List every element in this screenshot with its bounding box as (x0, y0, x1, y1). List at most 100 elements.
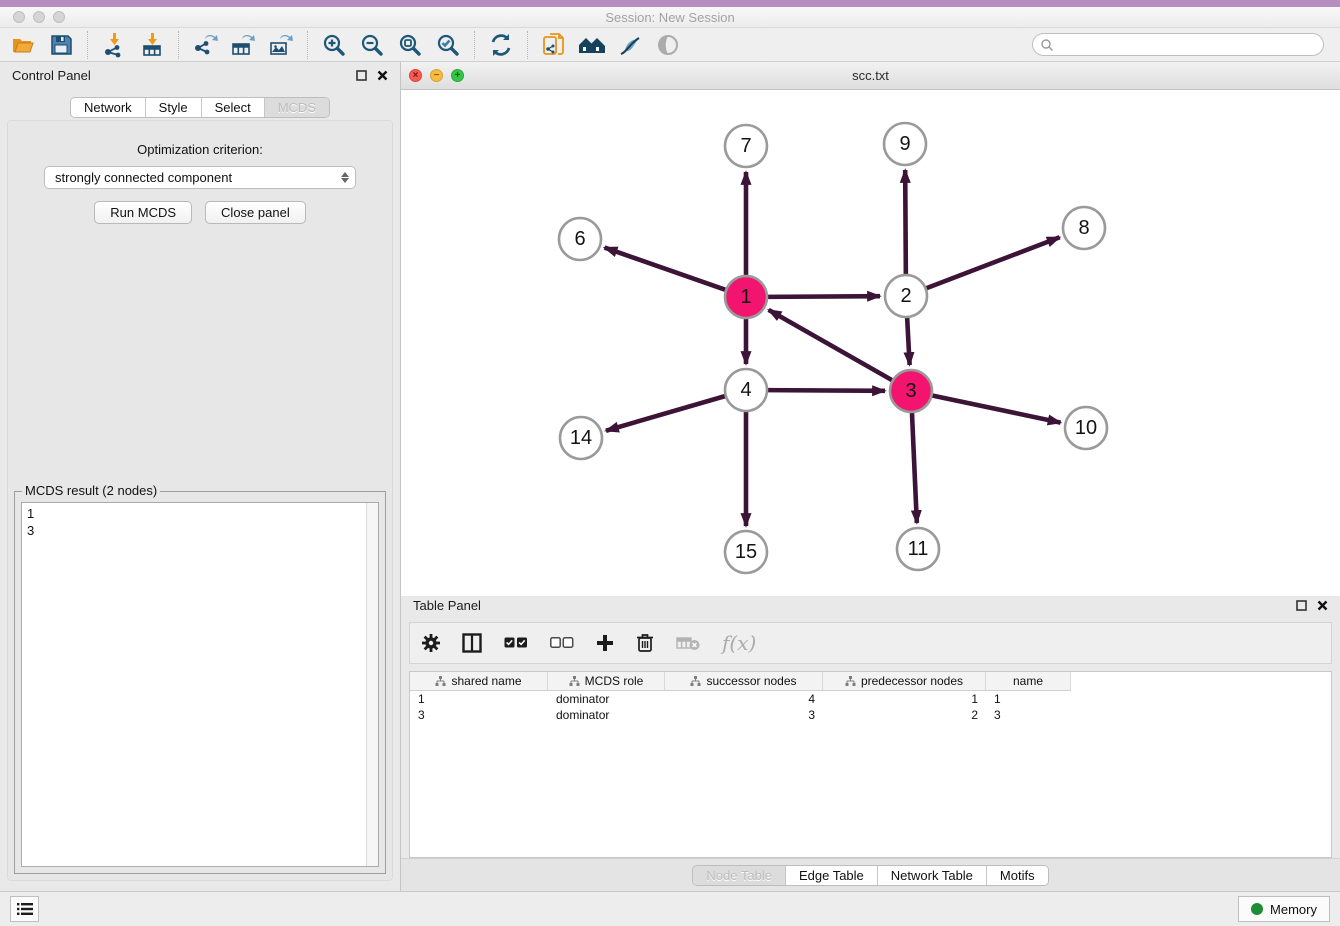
table-row[interactable]: 1dominator411 (410, 691, 1331, 707)
open-file-icon[interactable] (7, 30, 39, 60)
cell-predecessor-nodes[interactable]: 2 (823, 707, 986, 723)
toolbar-separator (87, 31, 88, 59)
edge-1-6[interactable] (605, 248, 727, 290)
tab-mcds[interactable]: MCDS (265, 98, 329, 117)
node-label-7: 7 (740, 135, 751, 157)
mcds-result-group: MCDS result (2 nodes) 1 3 (14, 491, 386, 874)
new-network-from-selection-icon[interactable] (538, 30, 570, 60)
toolbar-separator (307, 31, 308, 59)
float-panel-icon[interactable] (356, 70, 367, 81)
network-graph[interactable]: 7968124314101511 (401, 90, 1339, 591)
network-frame-title: scc.txt (401, 68, 1340, 83)
import-network-icon[interactable] (98, 30, 130, 60)
close-panel-icon[interactable] (377, 70, 388, 81)
run-mcds-button[interactable]: Run MCDS (94, 201, 192, 224)
tab-node-table[interactable]: Node Table (693, 866, 786, 885)
delete-column-icon[interactable] (636, 633, 654, 653)
column-header-name[interactable]: name (986, 672, 1071, 691)
cell-successor-nodes[interactable]: 4 (665, 691, 823, 707)
cell-shared-name[interactable]: 3 (410, 707, 548, 723)
memory-button[interactable]: Memory (1238, 896, 1330, 922)
edge-4-14[interactable] (606, 396, 726, 431)
deselect-all-icon[interactable] (550, 637, 574, 649)
edge-1-2[interactable] (767, 296, 880, 297)
cell-MCDS-role[interactable]: dominator (548, 691, 665, 707)
criterion-dropdown[interactable]: strongly connected component (44, 166, 356, 189)
export-network-icon[interactable] (189, 30, 221, 60)
tab-network-table[interactable]: Network Table (878, 866, 987, 885)
toolbar-separator (178, 31, 179, 59)
search-field[interactable] (1032, 33, 1324, 56)
edge-3-11[interactable] (912, 412, 917, 523)
tab-motifs[interactable]: Motifs (987, 866, 1048, 885)
column-header-predecessor-nodes[interactable]: predecessor nodes (823, 672, 986, 691)
node-label-2: 2 (900, 285, 911, 307)
close-panel-button[interactable]: Close panel (205, 201, 306, 224)
save-session-icon[interactable] (45, 30, 77, 60)
close-panel-icon[interactable] (1317, 600, 1328, 611)
memory-label: Memory (1270, 902, 1317, 917)
tab-edge-table[interactable]: Edge Table (786, 866, 878, 885)
search-input[interactable] (1054, 38, 1316, 52)
edge-3-10[interactable] (932, 395, 1061, 422)
network-canvas[interactable]: 7968124314101511 (401, 90, 1340, 596)
graphics-details-icon[interactable] (614, 30, 646, 60)
cell-predecessor-nodes[interactable]: 1 (823, 691, 986, 707)
export-table-icon[interactable] (227, 30, 259, 60)
node-label-1: 1 (740, 286, 751, 308)
add-column-icon[interactable] (596, 634, 614, 652)
edge-2-8[interactable] (926, 237, 1060, 288)
node-label-10: 10 (1075, 417, 1097, 439)
tab-select[interactable]: Select (202, 98, 265, 117)
birdseye-view-icon[interactable] (652, 30, 684, 60)
edge-2-3[interactable] (907, 317, 910, 365)
cell-successor-nodes[interactable]: 3 (665, 707, 823, 723)
float-panel-icon[interactable] (1296, 600, 1307, 611)
cell-name[interactable]: 1 (986, 691, 1071, 707)
app-titlebar: Session: New Session (0, 7, 1340, 28)
mcds-result-title: MCDS result (2 nodes) (22, 483, 160, 498)
gear-icon[interactable] (422, 634, 440, 652)
node-label-8: 8 (1078, 217, 1089, 239)
toolbar-separator (527, 31, 528, 59)
node-label-4: 4 (740, 379, 751, 401)
table-row[interactable]: 3dominator323 (410, 707, 1331, 723)
control-panel-title: Control Panel (12, 68, 91, 83)
zoom-in-icon[interactable] (318, 30, 350, 60)
function-builder-icon: f(x) (722, 631, 756, 655)
task-history-button[interactable] (10, 896, 39, 922)
tab-style[interactable]: Style (146, 98, 202, 117)
dropdown-stepper-icon (341, 172, 349, 183)
apply-layout-icon[interactable] (485, 30, 517, 60)
import-table-icon[interactable] (136, 30, 168, 60)
column-header-shared-name[interactable]: shared name (410, 672, 548, 691)
cell-MCDS-role[interactable]: dominator (548, 707, 665, 723)
node-label-9: 9 (899, 133, 910, 155)
toolbar-separator (474, 31, 475, 59)
column-header-MCDS-role[interactable]: MCDS role (548, 672, 665, 691)
node-label-11: 11 (908, 538, 929, 560)
select-all-icon[interactable] (504, 637, 528, 649)
network-frame-titlebar: × − + scc.txt (401, 62, 1340, 90)
edge-3-1[interactable] (769, 310, 893, 381)
result-scrollbar[interactable] (366, 503, 378, 866)
control-panel-tabs: NetworkStyleSelectMCDS (70, 97, 330, 118)
node-label-15: 15 (735, 541, 757, 563)
column-header-successor-nodes[interactable]: successor nodes (665, 672, 823, 691)
zoom-selected-icon[interactable] (432, 30, 464, 60)
edge-4-3[interactable] (767, 390, 885, 391)
column-split-icon[interactable] (462, 633, 482, 653)
mcds-result-text[interactable]: 1 3 (22, 503, 366, 866)
node-label-14: 14 (570, 427, 592, 449)
memory-status-icon (1251, 903, 1263, 915)
export-image-icon[interactable] (265, 30, 297, 60)
edge-2-9[interactable] (905, 170, 906, 275)
first-neighbors-icon[interactable] (576, 30, 608, 60)
cell-name[interactable]: 3 (986, 707, 1071, 723)
zoom-out-icon[interactable] (356, 30, 388, 60)
zoom-fit-icon[interactable] (394, 30, 426, 60)
cell-shared-name[interactable]: 1 (410, 691, 548, 707)
tab-network[interactable]: Network (71, 98, 146, 117)
table-toolbar: f(x) (409, 622, 1332, 664)
table-header-row: shared nameMCDS rolesuccessor nodesprede… (410, 672, 1331, 691)
